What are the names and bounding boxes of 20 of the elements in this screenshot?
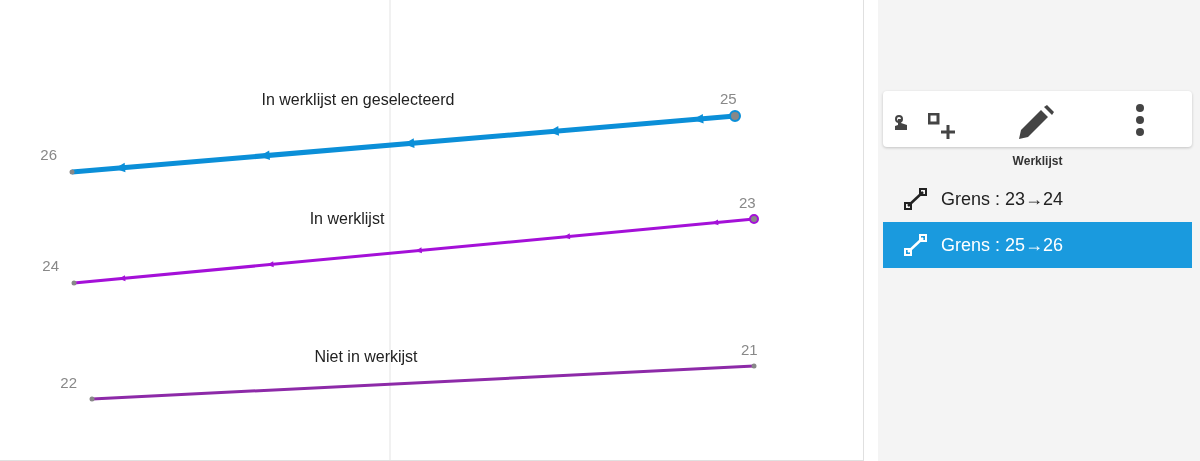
pencil-icon[interactable] [1017,105,1055,141]
line-label: In werklijst en geselecteerd [261,91,455,108]
boundary-line[interactable] [71,214,759,286]
line-label: In werklijst [309,210,385,227]
line-segment-icon [903,233,929,257]
panel-title: Werklijst [1012,153,1063,170]
node-label: 26 [40,146,57,163]
boundary-line[interactable] [69,110,741,175]
add-node-icon[interactable] [928,113,958,141]
node-label: 25 [720,90,737,107]
boundary-line[interactable] [89,363,757,402]
touch-icon[interactable] [894,115,908,131]
worklist-item[interactable]: Grens : 23→24 [883,176,1192,222]
node-label: 21 [741,341,758,358]
node-label: 24 [42,257,59,274]
node-label: 23 [739,194,756,211]
more-icon[interactable] [1135,104,1145,136]
node-label: 22 [60,374,77,391]
line-label: Niet in werkijst [314,348,418,365]
line-segment-icon [903,187,929,211]
